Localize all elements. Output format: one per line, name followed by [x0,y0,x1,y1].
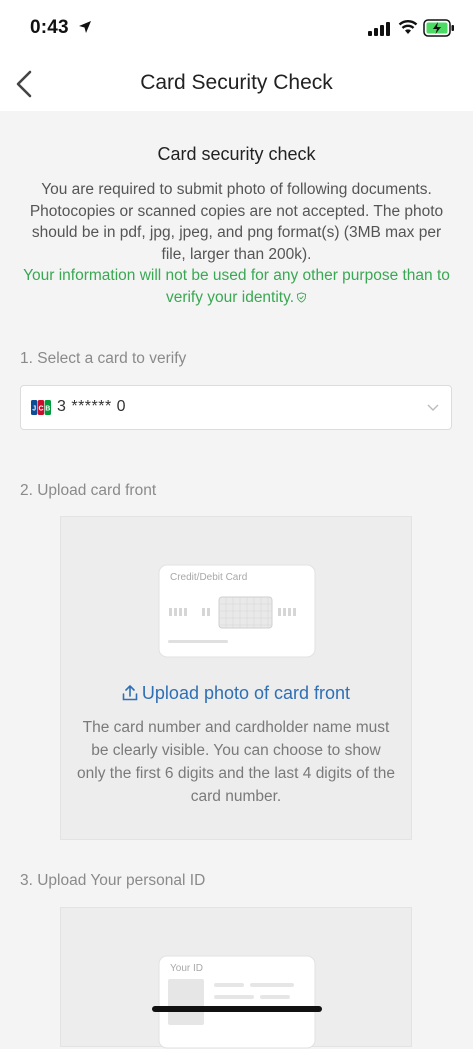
upload-icon [122,685,138,701]
page-title: Card Security Check [140,71,333,94]
home-indicator[interactable] [152,1006,322,1012]
wifi-icon [398,20,418,34]
id-illustration-caption: Your ID [170,963,203,974]
section-heading: Card security check [157,144,316,164]
jcb-card-icon: J C B [31,400,51,415]
selected-card-number: 3 ****** 0 [57,398,127,415]
card-front-upload-area[interactable]: Credit/Debit Card Upload photo of card f… [60,516,412,840]
svg-text:J: J [32,406,36,413]
upload-card-front-link[interactable]: Upload photo of card front [61,683,411,704]
upload-card-front-label: Upload photo of card front [141,683,351,703]
instructions-text: You are required to submit photo of foll… [29,181,444,263]
step-2-label: 2. Upload card front [20,482,157,499]
privacy-note: Your information will not be used for an… [14,265,459,308]
personal-id-upload-area[interactable]: Your ID [60,907,412,1049]
cellular-signal-icon [368,22,390,36]
svg-text:B: B [45,406,50,413]
svg-text:C: C [38,406,43,413]
credit-card-illustration: Credit/Debit Card [158,564,316,658]
card-select-dropdown[interactable]: J C B 3 ****** 0 [20,385,452,430]
card-illustration-caption: Credit/Debit Card [170,572,247,583]
chevron-down-icon [427,404,439,411]
battery-charging-icon [423,19,454,37]
step-3-label: 3. Upload Your personal ID [20,872,206,889]
shield-check-icon [296,291,307,303]
status-bar: 0:43 [0,0,473,58]
status-time: 0:43 [30,17,69,38]
nav-bar: Card Security Check [0,58,473,111]
step-1-label: 1. Select a card to verify [20,350,187,367]
location-arrow-icon [79,21,91,33]
privacy-note-text: Your information will not be used for an… [23,267,450,306]
id-card-illustration: Your ID [158,955,316,1049]
card-front-hint: The card number and cardholder name must… [77,719,395,805]
